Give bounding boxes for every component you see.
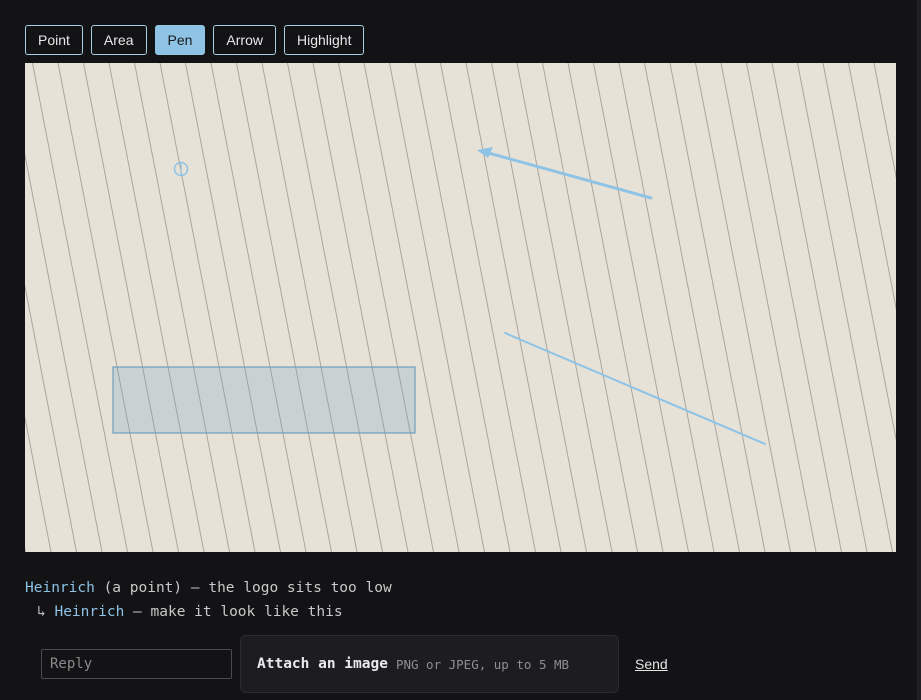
background-stripe	[542, 63, 638, 552]
background-stripe	[593, 63, 689, 552]
background-stripe	[134, 63, 230, 552]
background-stripe	[695, 63, 791, 552]
reply-arrow-icon: ↳	[37, 604, 46, 620]
canvas-drawing	[25, 63, 896, 552]
background-stripe	[108, 63, 205, 552]
annotation-panel: Point Area Pen Arrow Highlight Heinrich …	[0, 0, 921, 700]
send-button[interactable]: Send	[635, 656, 668, 672]
comment-text: — the logo sits too low	[190, 580, 392, 596]
background-stripe	[848, 63, 896, 311]
background-stripe	[185, 63, 281, 552]
background-stripe	[567, 63, 664, 552]
arrow-annotation[interactable]	[477, 147, 653, 200]
background-stripe	[746, 63, 842, 552]
background-stripe	[363, 63, 460, 552]
background-stripes	[25, 63, 896, 552]
tool-point-button[interactable]: Point	[25, 25, 83, 55]
background-stripe	[338, 63, 434, 552]
background-stripe	[669, 63, 766, 552]
comment-reply: ↳ Heinrich — make it look like this	[25, 602, 392, 626]
background-stripe	[491, 63, 587, 552]
background-stripe	[822, 63, 896, 442]
background-stripe	[465, 63, 562, 552]
comment-thread: Heinrich (a point) — the logo sits too l…	[25, 578, 392, 626]
background-stripe	[261, 63, 358, 552]
background-stripe	[32, 63, 128, 552]
background-stripe	[414, 63, 511, 552]
attach-image-hint: PNG or JPEG, up to 5 MB	[395, 656, 570, 672]
background-stripe	[873, 63, 896, 179]
tool-pen-button[interactable]: Pen	[154, 25, 206, 55]
reply-input[interactable]	[41, 649, 232, 679]
tool-arrow-button[interactable]: Arrow	[213, 25, 276, 55]
background-stripe	[210, 63, 307, 552]
reply-author[interactable]: Heinrich	[54, 604, 124, 620]
annotation-canvas[interactable]	[25, 63, 896, 552]
background-stripe	[389, 63, 485, 552]
background-stripe	[771, 63, 868, 552]
background-stripe	[57, 63, 154, 552]
background-stripe	[720, 63, 817, 552]
background-stripe	[440, 63, 536, 552]
background-stripe	[83, 63, 179, 552]
tool-highlight-button[interactable]: Highlight	[283, 25, 365, 55]
attach-image-title: Attach an image	[257, 656, 388, 672]
background-stripe	[644, 63, 740, 552]
tool-area-button[interactable]: Area	[90, 25, 147, 55]
background-stripe	[287, 63, 383, 552]
background-stripe	[25, 546, 26, 552]
background-stripe	[516, 63, 613, 552]
background-stripe	[236, 63, 332, 552]
background-stripe	[618, 63, 715, 552]
background-stripe	[25, 284, 77, 552]
comment-kind: (a point)	[103, 580, 183, 596]
attach-image-dropzone[interactable]: Attach an image PNG or JPEG, up to 5 MB	[240, 635, 619, 693]
area-selection[interactable]	[112, 366, 416, 434]
background-stripe	[312, 63, 409, 552]
background-stripe	[797, 63, 893, 552]
reply-text: — make it look like this	[133, 604, 343, 620]
comment-author[interactable]: Heinrich	[25, 580, 95, 596]
annotation-toolbar: Point Area Pen Arrow Highlight	[25, 25, 365, 55]
background-stripe	[159, 63, 256, 552]
comment: Heinrich (a point) — the logo sits too l…	[25, 578, 392, 602]
